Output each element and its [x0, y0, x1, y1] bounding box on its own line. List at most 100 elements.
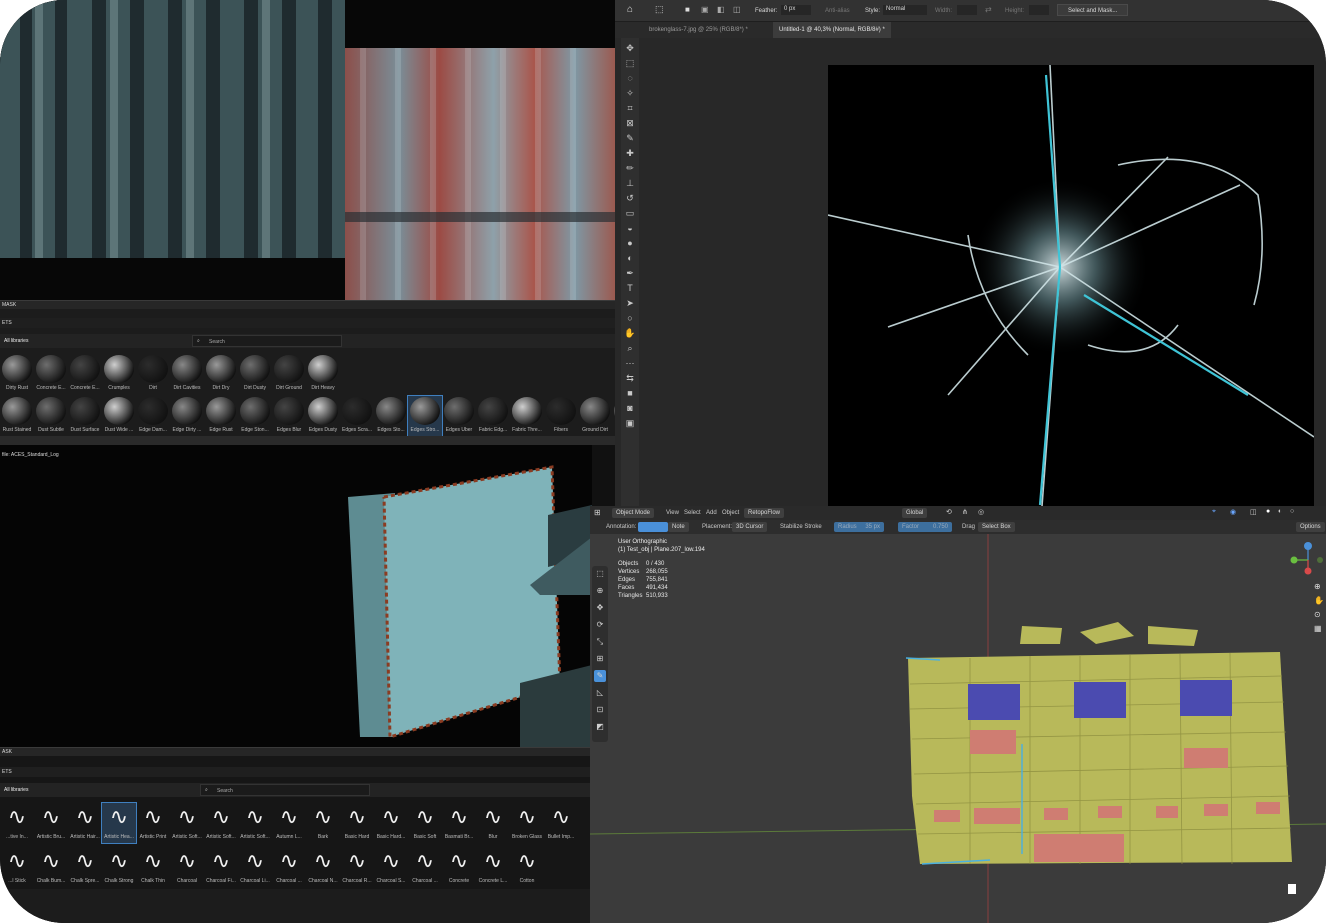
tab-untitled[interactable]: Untitled-1 @ 40,3% (Normal, RGB/8#) * [773, 22, 891, 38]
more-tools-icon[interactable]: ⋯ [624, 357, 636, 369]
options-button[interactable]: Options [1296, 522, 1325, 532]
eyedropper-icon[interactable]: ✎ [624, 132, 636, 144]
asset-thumbnail[interactable]: Fabric Edg... [476, 396, 510, 436]
painter-top-viewport[interactable] [0, 0, 615, 300]
placement-select[interactable]: 3D Cursor [732, 522, 768, 532]
pan-hand-icon[interactable]: ✋ [1314, 596, 1324, 605]
menu-view[interactable]: View [666, 508, 679, 518]
asset-thumbnail[interactable]: Fabric Thre... [510, 396, 544, 436]
menu-select[interactable]: Select [684, 508, 701, 518]
navigation-gizmo[interactable] [1284, 540, 1324, 580]
asset-thumbnail[interactable]: Crumples [102, 354, 136, 394]
measure-icon[interactable]: ◺ [594, 687, 606, 699]
asset-thumbnail[interactable]: Dirty Rust [0, 354, 34, 394]
move-tool-icon[interactable]: ✥ [624, 42, 636, 54]
lasso-tool-icon[interactable]: ◌ [624, 72, 636, 84]
marquee-tool-icon[interactable]: ⬚ [624, 57, 636, 69]
asset-thumbnail[interactable]: ∿ Artistic Hair... [68, 803, 102, 843]
dodge-tool-icon[interactable]: ◐ [624, 252, 636, 264]
asset-thumbnail[interactable]: ∿ Basmati Br... [442, 803, 476, 843]
asset-thumbnail[interactable]: ∿ Charcoal R... [340, 847, 374, 887]
annotation-color-swatch[interactable] [638, 522, 668, 532]
crop-tool-icon[interactable]: ⌗ [624, 102, 636, 114]
asset-thumbnail[interactable]: ∿ Charcoal ... [408, 847, 442, 887]
select-and-mask-button[interactable]: Select and Mask... [1057, 4, 1129, 16]
gizmo-toggle-icon[interactable]: ⌖ [1212, 508, 1216, 516]
frame-tool-icon[interactable]: ⊠ [624, 117, 636, 129]
library-selector-bottom[interactable]: All libraries [4, 787, 28, 793]
asset-thumbnail[interactable]: ∿ Artistic Bru... [34, 803, 68, 843]
3d-viewport[interactable]: User Orthographic (1) Test_obj | Plane.2… [590, 534, 1326, 923]
marquee-tool-icon[interactable]: ⬚ [655, 4, 664, 15]
asset-thumbnail[interactable]: ∿ Charcoal [170, 847, 204, 887]
asset-thumbnail[interactable]: ∿ Chalk Bum... [34, 847, 68, 887]
asset-thumbnail[interactable]: ∿ Broken Glass [510, 803, 544, 843]
style-select[interactable]: Normal [883, 5, 927, 15]
asset-thumbnail[interactable]: ∿ Chalk Thin [136, 847, 170, 887]
paint-bucket-icon[interactable]: ◒ [624, 222, 636, 234]
asset-thumbnail[interactable]: ∿ Cotton [510, 847, 544, 887]
asset-thumbnail[interactable]: ∿ Artistic Hea... [101, 802, 137, 844]
asset-thumbnail[interactable]: Edges Scra... [340, 396, 374, 436]
select-box-icon[interactable]: ⬚ [594, 568, 606, 580]
asset-thumbnail[interactable]: ∿ Charcoal ... [272, 847, 306, 887]
asset-thumbnail[interactable]: ∿ Artistic Soft... [204, 803, 238, 843]
radius-field[interactable]: Radius 35 px [834, 522, 884, 532]
asset-thumbnail[interactable]: ∿ Basic Soft [408, 803, 442, 843]
new-selection-icon[interactable]: ■ [685, 5, 690, 14]
asset-thumbnail[interactable]: ∿ Artistic Print [136, 803, 170, 843]
tab-brokenglass[interactable]: brokenglass-7.jpg @ 25% (RGB/8*) * [643, 22, 754, 38]
mode-select[interactable]: Object Mode [612, 508, 655, 518]
shading-solid-icon[interactable]: ● [1266, 508, 1270, 515]
asset-thumbnail[interactable]: ∿ Concrete L... [476, 847, 510, 887]
intersect-selection-icon[interactable]: ◫ [733, 5, 741, 14]
transform-icon[interactable]: ⊞ [594, 653, 606, 665]
search-field[interactable]: ⌕ Search [192, 335, 342, 347]
color-swatch-icon[interactable]: ■ [624, 387, 636, 399]
asset-thumbnail[interactable]: ∿ Concrete [442, 847, 476, 887]
scale-icon[interactable]: ⤡ [594, 636, 606, 648]
healing-brush-icon[interactable]: ✚ [624, 147, 636, 159]
menu-add[interactable]: Add [706, 508, 717, 518]
asset-thumbnail[interactable]: Dust Subtle [34, 396, 68, 436]
shading-material-icon[interactable]: ◐ [1278, 508, 1282, 515]
factor-field[interactable]: Factor 0.750 [898, 522, 952, 532]
brush-tool-icon[interactable]: ✏ [624, 162, 636, 174]
extra-tool-icon[interactable]: ◩ [594, 721, 606, 733]
shading-rendered-icon[interactable]: ○ [1290, 508, 1294, 515]
asset-thumbnail[interactable]: Dust Surface [68, 396, 102, 436]
menu-object[interactable]: Object [722, 508, 739, 518]
asset-thumbnail[interactable]: Concrete E... [34, 354, 68, 394]
transform-orientation-select[interactable]: Global [902, 508, 928, 518]
shape-tool-icon[interactable]: ○ [624, 312, 636, 324]
asset-thumbnail[interactable]: ∿ Bark [306, 803, 340, 843]
asset-thumbnail[interactable]: Dirt Cavities [170, 354, 204, 394]
path-select-icon[interactable]: ➤ [624, 297, 636, 309]
asset-thumbnail[interactable]: ∿ Chalk Strong [102, 847, 136, 887]
asset-thumbnail[interactable]: ∿ ...tive In... [0, 803, 34, 843]
zoom-icon[interactable]: ⊕ [1314, 582, 1321, 591]
asset-thumbnail[interactable]: Dust Wide ... [102, 396, 136, 436]
asset-thumbnail[interactable]: Dirt Dusty [238, 354, 272, 394]
asset-thumbnail[interactable]: Dirt Ground [272, 354, 306, 394]
width-input[interactable] [957, 5, 977, 15]
stamp-tool-icon[interactable]: ⊥ [624, 177, 636, 189]
asset-thumbnail[interactable]: Dirt Heavy [306, 354, 340, 394]
history-brush-icon[interactable]: ↺ [624, 192, 636, 204]
asset-thumbnail[interactable]: Concrete E... [68, 354, 102, 394]
asset-thumbnail[interactable]: Edges Stro... [407, 395, 443, 437]
asset-thumbnail[interactable]: ∿ Charcoal Fi... [204, 847, 238, 887]
asset-thumbnail[interactable]: Fibers [544, 396, 578, 436]
magic-wand-icon[interactable]: ✧ [624, 87, 636, 99]
library-selector[interactable]: All libraries [4, 338, 28, 344]
xray-toggle-icon[interactable]: ◫ [1250, 508, 1257, 516]
stabilize-stroke-checkbox[interactable]: Stabilize Stroke [780, 522, 822, 532]
asset-thumbnail[interactable]: Dirt [136, 354, 170, 394]
overlay-toggle-icon[interactable]: ◉ [1230, 508, 1236, 516]
asset-thumbnail[interactable]: ∿ ...l Stick [0, 847, 34, 887]
add-cube-icon[interactable]: ⊡ [594, 704, 606, 716]
camera-view-icon[interactable]: ⊙ [1314, 610, 1321, 619]
height-input[interactable] [1029, 5, 1049, 15]
pen-tool-icon[interactable]: ✒ [624, 267, 636, 279]
proportional-edit-icon[interactable]: ◎ [978, 508, 984, 516]
